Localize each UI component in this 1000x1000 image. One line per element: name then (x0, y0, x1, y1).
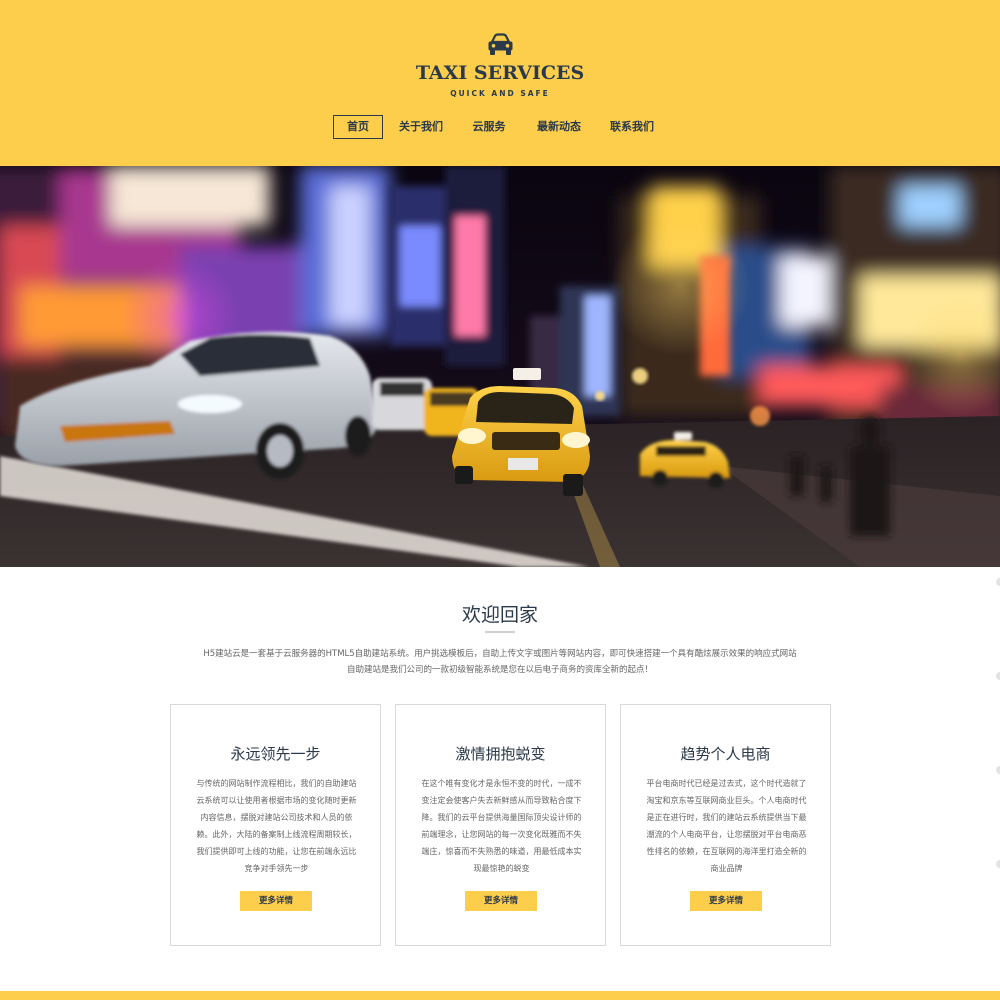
nav-item-about[interactable]: 关于我们 (392, 115, 450, 139)
car-icon[interactable] (487, 33, 514, 57)
hero-banner (0, 166, 1000, 567)
side-float-dot[interactable] (996, 672, 1000, 680)
brand-subtitle: QUICK AND SAFE (450, 89, 550, 98)
welcome-title: 欢迎回家 (461, 604, 538, 626)
feature-card-ecommerce: 趋势个人电商 平台电商时代已经是过去式，这个时代造就了淘宝和京东等互联网商业巨头… (620, 704, 831, 946)
more-details-button[interactable]: 更多详情 (465, 891, 537, 911)
card-title: 永远领先一步 (230, 745, 321, 763)
feature-card-transform: 激情拥抱蜕变 在这个唯有变化才是永恒不变的时代，一成不变注定会使客户失去新鲜感从… (395, 704, 606, 946)
title-divider (485, 631, 515, 633)
side-float-dot[interactable] (996, 766, 1000, 774)
card-description: 在这个唯有变化才是永恒不变的时代，一成不变注定会使客户失去新鲜感从而导致粘合度下… (421, 779, 582, 873)
card-title: 趋势个人电商 (680, 745, 771, 763)
card-description: 与传统的网站制作流程相比，我们的自助建站云系统可以让使用者根据市场的变化随时更新… (196, 779, 357, 873)
footer-bar (0, 991, 1000, 1000)
nav-item-home[interactable]: 首页 (333, 115, 383, 139)
welcome-description: H5建站云是一套基于云服务器的HTML5自助建站系统。用户挑选模板后，自助上传文… (170, 646, 830, 678)
welcome-description-line-1: H5建站云是一套基于云服务器的HTML5自助建站系统。用户挑选模板后，自助上传文… (203, 649, 797, 659)
nav-item-cloud-service[interactable]: 云服务 (463, 115, 515, 139)
more-details-button[interactable]: 更多详情 (690, 891, 762, 911)
feature-card-lead: 永远领先一步 与传统的网站制作流程相比，我们的自助建站云系统可以让使用者根据市场… (170, 704, 381, 946)
card-title: 激情拥抱蜕变 (455, 745, 546, 763)
more-details-button[interactable]: 更多详情 (240, 891, 312, 911)
side-float-dot[interactable] (996, 860, 1000, 868)
site-header: TAXI SERVICES QUICK AND SAFE 首页 关于我们 云服务… (0, 0, 1000, 166)
card-description: 平台电商时代已经是过去式，这个时代造就了淘宝和京东等互联网商业巨头。个人电商时代… (646, 779, 807, 873)
nav-item-news[interactable]: 最新动态 (530, 115, 588, 139)
hero-image (0, 166, 1000, 567)
welcome-description-line-2: 自助建站是我们公司的一款初级智能系统是您在以后电子商务的资库全新的起点！ (346, 665, 653, 675)
brand-title[interactable]: TAXI SERVICES (0, 62, 1000, 84)
nav-item-contact[interactable]: 联系我们 (603, 115, 661, 139)
main-nav: 首页 关于我们 云服务 最新动态 联系我们 (0, 115, 1000, 139)
side-float-dot[interactable] (996, 578, 1000, 586)
